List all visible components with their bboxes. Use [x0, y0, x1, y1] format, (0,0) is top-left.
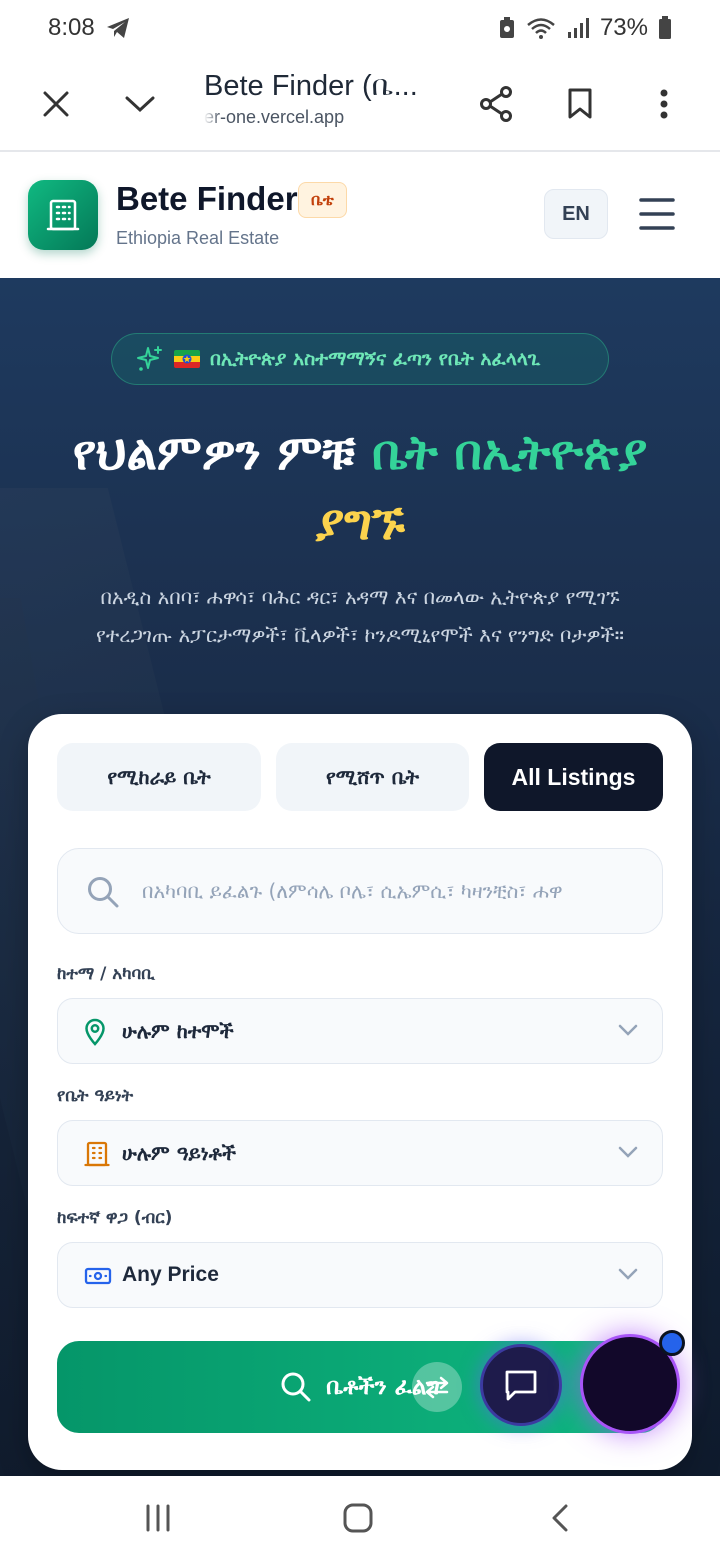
- home-icon: [343, 1503, 373, 1533]
- chevron-down-icon: [618, 1268, 638, 1280]
- tagline-pill: በኢትዮጵያ አስተማማኝና ፈጣን የቤት አፈላላጊ: [111, 333, 609, 385]
- wifi-icon: [526, 16, 556, 40]
- telegram-icon: [105, 16, 131, 40]
- url-block[interactable]: Bete Finder (ቤ... er-one.vercel.app: [204, 70, 444, 128]
- signal-icon: [566, 16, 590, 40]
- swap-arrows-icon: [425, 1376, 449, 1399]
- city-select-value: ሁሉም ከተሞች: [122, 1019, 234, 1043]
- map-pin-icon: [85, 1018, 105, 1046]
- ethiopia-flag-icon: [174, 350, 200, 368]
- url-domain: er-one.vercel.app: [204, 107, 345, 127]
- more-options-button[interactable]: [636, 76, 692, 132]
- close-tab-button[interactable]: [28, 76, 84, 132]
- chat-button[interactable]: [480, 1344, 562, 1426]
- price-label: ከፍተኛ ዋጋ (ብር): [57, 1208, 173, 1228]
- search-field[interactable]: [57, 848, 663, 934]
- battery-icon: [658, 16, 672, 40]
- minimize-button[interactable]: [112, 76, 168, 132]
- hero-title: የህልምዎን ምቹ ቤት በኢትዮጵያ ያግኙ: [20, 418, 700, 558]
- price-select-value: Any Price: [122, 1263, 219, 1286]
- system-navigation-bar: [0, 1476, 720, 1560]
- bookmark-icon: [568, 88, 592, 119]
- app-header: Bete Finder ቤቴ Ethiopia Real Estate EN: [0, 152, 720, 278]
- page-title: Bete Finder (ቤ...: [204, 70, 418, 102]
- chevron-down-icon: [125, 96, 155, 113]
- back-button[interactable]: [540, 1498, 580, 1538]
- status-left: 8:08: [48, 14, 131, 42]
- city-select[interactable]: ሁሉም ከተሞች: [57, 998, 663, 1064]
- language-toggle-button[interactable]: EN: [544, 189, 608, 239]
- status-right: 73%: [498, 14, 672, 42]
- status-time: 8:08: [48, 14, 95, 41]
- search-homes-button[interactable]: ቤቶችን ፈልግ: [57, 1341, 663, 1433]
- recent-apps-icon: [146, 1504, 170, 1532]
- close-icon: [43, 91, 69, 117]
- sparkles-icon: [137, 346, 162, 371]
- search-icon: [281, 1372, 311, 1402]
- tab-all-listings[interactable]: All Listings: [484, 743, 663, 811]
- logo[interactable]: [28, 180, 98, 250]
- type-label: የቤት ዓይነት: [57, 1086, 134, 1106]
- hero-section: በኢትዮጵያ አስተማማኝና ፈጣን የቤት አፈላላጊ የህልምዎን ምቹ ቤ…: [0, 278, 720, 1476]
- battery-saver-icon: [498, 16, 516, 40]
- hero-description: በአዲስ አበባ፣ ሐዋሳ፣ ባሕር ዳር፣ አዳማ እና በመላው ኢትዮጵያ…: [30, 578, 690, 654]
- share-icon: [480, 86, 512, 122]
- more-vert-icon: [660, 89, 668, 119]
- chevron-down-icon: [618, 1146, 638, 1158]
- back-chevron-icon: [552, 1504, 568, 1532]
- home-button[interactable]: [338, 1498, 378, 1538]
- hero-title-part1: የህልምዎን ምቹ: [72, 425, 356, 481]
- browser-toolbar: Bete Finder (ቤ... er-one.vercel.app: [0, 56, 720, 152]
- hero-title-accent: ቤት በኢትዮጵያ: [372, 425, 648, 481]
- building-icon: [84, 1141, 110, 1167]
- translate-button[interactable]: [412, 1362, 462, 1412]
- hamburger-icon: [639, 198, 675, 230]
- bookmark-button[interactable]: [552, 76, 608, 132]
- type-select[interactable]: ሁሉም ዓይነቶች: [57, 1120, 663, 1186]
- price-select[interactable]: Any Price: [57, 1242, 663, 1308]
- tab-sale[interactable]: የሚሸጥ ቤት: [276, 743, 469, 811]
- city-label: ከተማ / አካባቢ: [57, 964, 155, 984]
- brand-subtitle: Ethiopia Real Estate: [116, 228, 280, 248]
- banknote-icon: [84, 1267, 112, 1285]
- recent-apps-button[interactable]: [138, 1498, 178, 1538]
- battery-percent: 73%: [599, 14, 648, 41]
- location-search-input[interactable]: [142, 849, 652, 933]
- tab-rent[interactable]: የሚከራይ ቤት: [57, 743, 261, 811]
- notification-dot: [659, 1330, 685, 1356]
- hero-title-accent2: ያግኙ: [315, 495, 405, 551]
- search-icon: [88, 877, 119, 908]
- chevron-down-icon: [618, 1024, 638, 1036]
- menu-button[interactable]: [634, 194, 680, 234]
- brand-name: Bete Finder: [116, 180, 298, 217]
- share-button[interactable]: [468, 76, 524, 132]
- hero-description-line2: የተረጋገጡ አፓርታማዎች፣ ቪላዎች፣ ኮንዶሚኒየሞች እና የንግድ ቦ…: [95, 623, 624, 647]
- chat-bubble-icon: [505, 1370, 537, 1401]
- brand-badge: ቤቴ: [298, 182, 347, 218]
- hero-description-line1: በአዲስ አበባ፣ ሐዋሳ፣ ባሕር ዳር፣ አዳማ እና በመላው ኢትዮጵያ…: [100, 585, 620, 609]
- status-bar: 8:08 73%: [0, 0, 720, 56]
- tagline-text: በኢትዮጵያ አስተማማኝና ፈጣን የቤት አፈላላጊ: [210, 348, 541, 370]
- building-icon: [46, 199, 80, 231]
- type-select-value: ሁሉም ዓይነቶች: [122, 1141, 237, 1165]
